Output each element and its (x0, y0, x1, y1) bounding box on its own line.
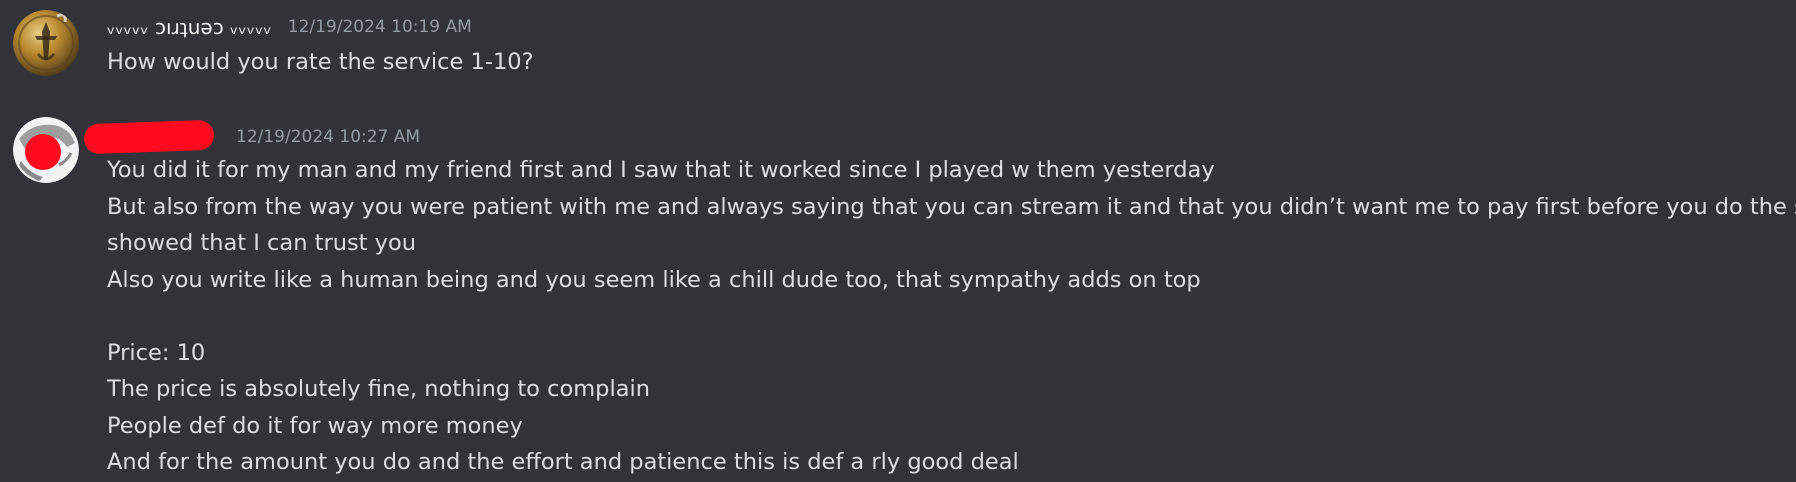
message-line: How would you rate the service 1-10? (107, 49, 534, 75)
chat-messages: ᵥᵥᵥᵥᵥ ɔıɹʇuǝɔ ᵥᵥᵥᵥᵥ 12/19/2024 10:19 AM … (0, 0, 1796, 482)
message-line: The price is absolutely fine, nothing to… (107, 376, 650, 402)
message-line: showed that I can trust you (107, 230, 417, 256)
message-line: But also from the way you were patient w… (107, 193, 1796, 220)
message-line: People def do it for way more money (107, 412, 523, 439)
username[interactable]: ᵥᵥᵥᵥᵥ ɔıɹʇuǝɔ ᵥᵥᵥᵥᵥ (107, 15, 272, 39)
message-line: Also you write like a human being and yo… (107, 266, 1201, 293)
message-content: How would you rate the service 1-10? (107, 44, 1787, 81)
timestamp[interactable]: 12/19/2024 10:27 AM (236, 127, 420, 147)
message-line: And for the amount you do and the effort… (107, 449, 1019, 475)
avatar-redacted-icon[interactable] (13, 117, 79, 183)
timestamp[interactable]: 12/19/2024 10:19 AM (288, 17, 472, 37)
message-line: Price: 10 (107, 339, 206, 366)
message-line: You did it for my man and my friend firs… (107, 157, 1215, 183)
message-header: 12/19/2024 10:27 AM (83, 119, 420, 155)
message-header: ᵥᵥᵥᵥᵥ ɔıɹʇuǝɔ ᵥᵥᵥᵥᵥ 12/19/2024 10:19 AM (107, 12, 472, 42)
redacted-username (83, 119, 215, 155)
message-content: You did it for my man and my friend firs… (107, 152, 1796, 481)
avatar-medallion-icon[interactable] (13, 10, 79, 76)
